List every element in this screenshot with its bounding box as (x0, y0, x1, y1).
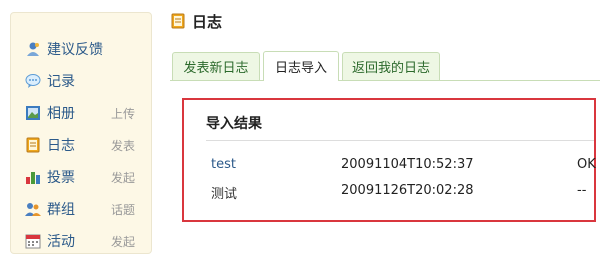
feedback-person-icon (25, 41, 41, 57)
sidebar-item-label: 建议反馈 (47, 42, 103, 58)
entry-title: 测试 (211, 187, 238, 202)
tab-back-to-my-blog[interactable]: 返回我的日志 (342, 52, 440, 80)
entry-status: -- (577, 183, 587, 198)
notebook-icon (170, 13, 186, 29)
sidebar-item-label: 投票 (47, 170, 75, 186)
photo-album-icon (25, 105, 41, 121)
sidebar-item-label: 相册 (47, 106, 75, 122)
speech-bubble-icon (25, 73, 41, 89)
sidebar-item-action-upload[interactable]: 上传 (111, 105, 135, 122)
page-header: 日志 (170, 11, 222, 31)
sidebar-item-action-start[interactable]: 发起 (111, 169, 135, 186)
sidebar: 建议反馈 记录 相册 上传 日志 发表 投票 发起 群组 话题 活动 发起 (10, 12, 152, 254)
sidebar-item-label: 群组 (47, 202, 75, 218)
sidebar-item-group[interactable]: 群组 话题 (25, 197, 147, 221)
import-result-panel: 导入结果 test 20091104T10:52:37 OK 测试 200911… (182, 98, 596, 222)
sidebar-item-label: 记录 (47, 74, 75, 90)
divider (206, 140, 594, 141)
page-title: 日志 (192, 12, 223, 31)
tab-new-blog[interactable]: 发表新日志 (172, 52, 260, 80)
sidebar-item-record[interactable]: 记录 (25, 69, 147, 93)
sidebar-item-action-publish[interactable]: 发表 (111, 137, 135, 154)
sidebar-item-label: 活动 (47, 234, 75, 250)
notebook-icon (25, 137, 41, 153)
sidebar-item-action-topic[interactable]: 话题 (111, 201, 135, 218)
table-row: test 20091104T10:52:37 OK (184, 157, 596, 175)
group-people-icon (25, 201, 41, 217)
sidebar-item-action-start[interactable]: 发起 (111, 233, 135, 250)
entry-timestamp: 20091104T10:52:37 (341, 157, 474, 172)
sidebar-item-vote[interactable]: 投票 发起 (25, 165, 147, 189)
entry-status: OK (577, 157, 596, 172)
sidebar-item-label: 日志 (47, 138, 75, 154)
bar-chart-icon (25, 169, 41, 185)
sidebar-item-feedback[interactable]: 建议反馈 (25, 37, 147, 61)
table-row: 测试 20091126T20:02:28 -- (184, 183, 594, 202)
sidebar-item-blog[interactable]: 日志 发表 (25, 133, 147, 157)
result-title: 导入结果 (206, 116, 262, 132)
tabs-divider (170, 80, 600, 81)
entry-title-link[interactable]: test (211, 157, 236, 172)
calendar-icon (25, 233, 41, 249)
sidebar-item-album[interactable]: 相册 上传 (25, 101, 147, 125)
sidebar-item-event[interactable]: 活动 发起 (25, 229, 147, 253)
entry-timestamp: 20091126T20:02:28 (341, 183, 474, 198)
tab-blog-import[interactable]: 日志导入 (263, 51, 339, 81)
